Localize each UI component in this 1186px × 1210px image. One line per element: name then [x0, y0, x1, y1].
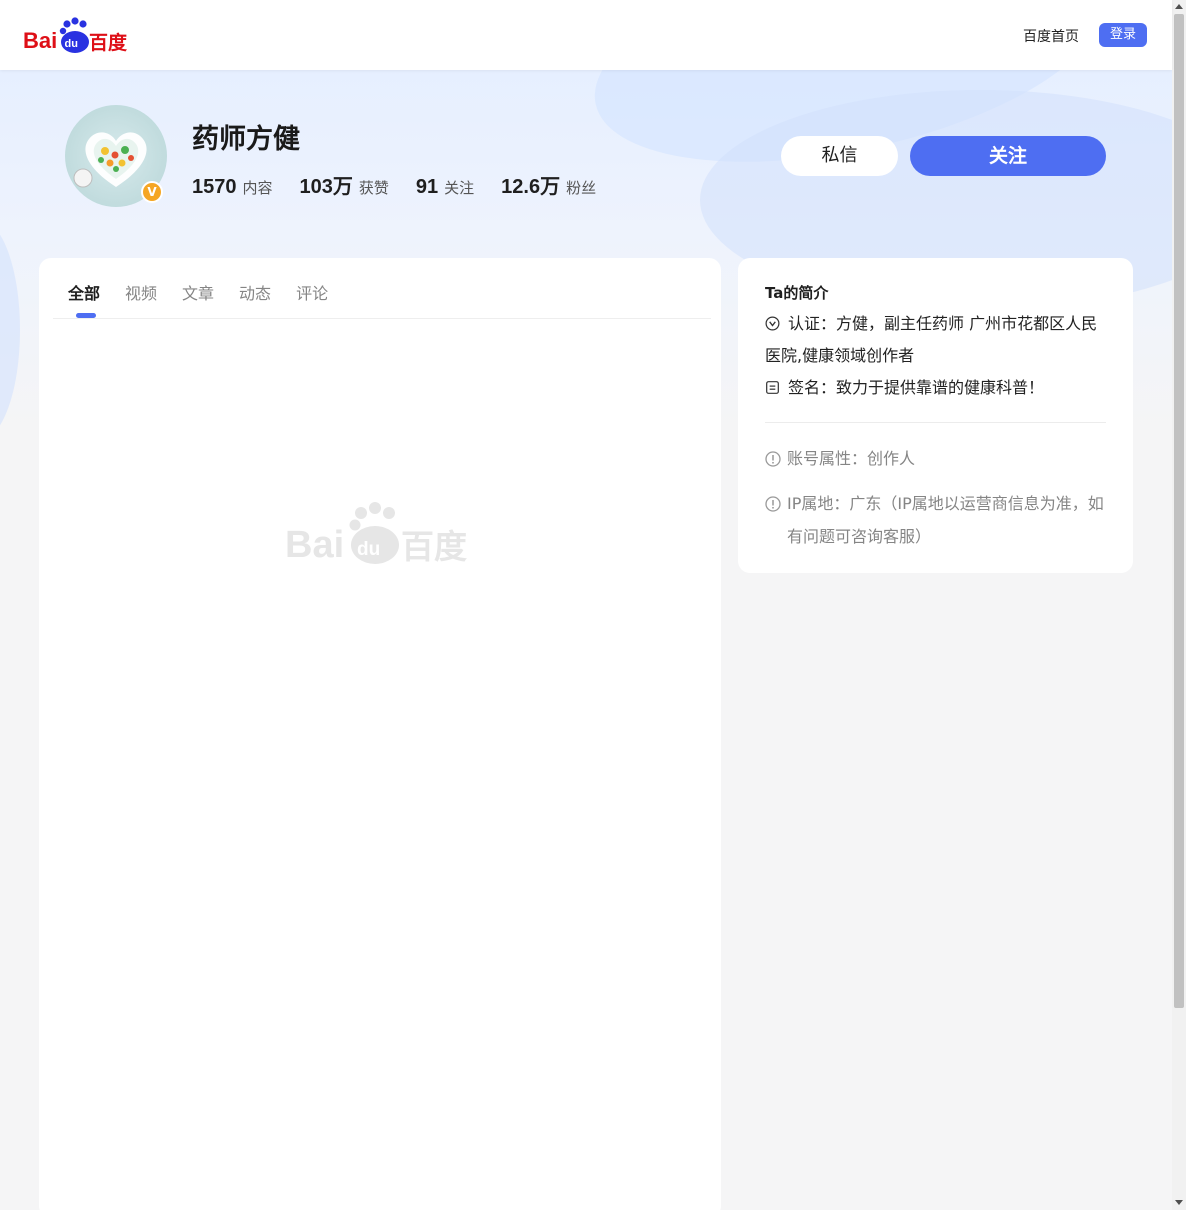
- stat-value: 1570: [192, 176, 237, 198]
- signature-icon: [766, 381, 779, 394]
- intro-content: 认证：方健，副主任药师 广州市花都区人民医院,健康领域创作者 签名：致力于提供靠…: [765, 308, 1110, 404]
- baidu-logo[interactable]: Bai du 百度: [23, 17, 129, 53]
- signature-text: 签名：致力于提供靠谱的健康科普！: [788, 378, 1045, 397]
- login-button[interactable]: 登录: [1099, 23, 1147, 47]
- hero-decoration: [0, 220, 20, 430]
- certification-row: 认证：方健，副主任药师 广州市花都区人民医院,健康领域创作者: [765, 308, 1110, 372]
- svg-text:Bai: Bai: [23, 28, 57, 53]
- scrollbar-thumb[interactable]: [1174, 14, 1184, 1008]
- intro-divider: [765, 422, 1106, 423]
- stat-label: 内容: [242, 179, 273, 197]
- private-message-button[interactable]: 私信: [781, 136, 898, 176]
- svg-text:du: du: [65, 38, 78, 50]
- profile-intro-card: Ta的简介 认证：方健，副主任药师 广州市花都区人民医院,健康领域创作者 签名：…: [738, 258, 1133, 573]
- baidu-logo-placeholder: Bai du 百度: [285, 502, 467, 565]
- signature-row: 签名：致力于提供靠谱的健康科普！: [765, 372, 1110, 404]
- scroll-down-arrow-icon[interactable]: [1175, 1200, 1183, 1205]
- stat-label: 获赞: [358, 179, 389, 197]
- verified-check-icon: [765, 316, 780, 331]
- intro-title: Ta的简介: [765, 284, 829, 302]
- ip-location-row: IP属地：广东（IP属地以运营商信息为准，如有问题可咨询客服）: [765, 487, 1110, 553]
- info-icon: [765, 496, 781, 512]
- profile-stats: 1570 内容 103万 获赞 91 关注 12.6万 粉丝: [192, 170, 623, 199]
- tab-comment[interactable]: 评论: [296, 280, 328, 304]
- svg-text:百度: 百度: [401, 527, 467, 565]
- tab-dynamic[interactable]: 动态: [239, 280, 271, 304]
- tab-article[interactable]: 文章: [182, 280, 214, 304]
- ip-location-text: IP属地：广东（IP属地以运营商信息为准，如有问题可咨询客服）: [787, 494, 1104, 546]
- account-type-text: 账号属性：创作人: [787, 449, 916, 468]
- stat-following[interactable]: 91 关注: [416, 176, 474, 199]
- svg-text:Bai: Bai: [285, 524, 344, 565]
- tab-all[interactable]: 全部: [68, 280, 100, 304]
- svg-text:百度: 百度: [89, 31, 128, 53]
- info-icon: [765, 451, 781, 467]
- svg-text:du: du: [357, 539, 380, 560]
- certification-text: 认证：方健，副主任药师 广州市花都区人民医院,健康领域创作者: [765, 314, 1098, 365]
- content-feed-card: 全部 视频 文章 动态 评论 Bai du 百度: [39, 258, 721, 1210]
- account-type-row: 账号属性：创作人: [765, 442, 1110, 475]
- baidu-home-link[interactable]: 百度首页: [1023, 26, 1079, 46]
- tab-divider: [53, 318, 711, 319]
- stat-label: 关注: [444, 179, 475, 197]
- profile-name: 药师方健: [192, 124, 300, 155]
- stat-content[interactable]: 1570 内容: [192, 176, 273, 199]
- verified-badge-icon: V: [141, 181, 163, 203]
- tab-video[interactable]: 视频: [125, 280, 157, 304]
- stat-value: 103万: [299, 176, 353, 198]
- page-scrollbar[interactable]: [1172, 0, 1186, 1210]
- content-tabs: 全部 视频 文章 动态 评论: [68, 280, 353, 304]
- scroll-up-arrow-icon[interactable]: [1175, 4, 1183, 9]
- stat-label: 粉丝: [566, 179, 597, 197]
- stat-value: 91: [415, 176, 439, 198]
- top-navbar: Bai du 百度 百度首页 登录: [0, 0, 1172, 70]
- follow-button[interactable]: 关注: [910, 136, 1106, 176]
- stat-followers[interactable]: 12.6万 粉丝: [501, 170, 596, 199]
- stat-likes[interactable]: 103万 获赞: [300, 170, 389, 199]
- stat-value: 12.6万: [501, 176, 561, 198]
